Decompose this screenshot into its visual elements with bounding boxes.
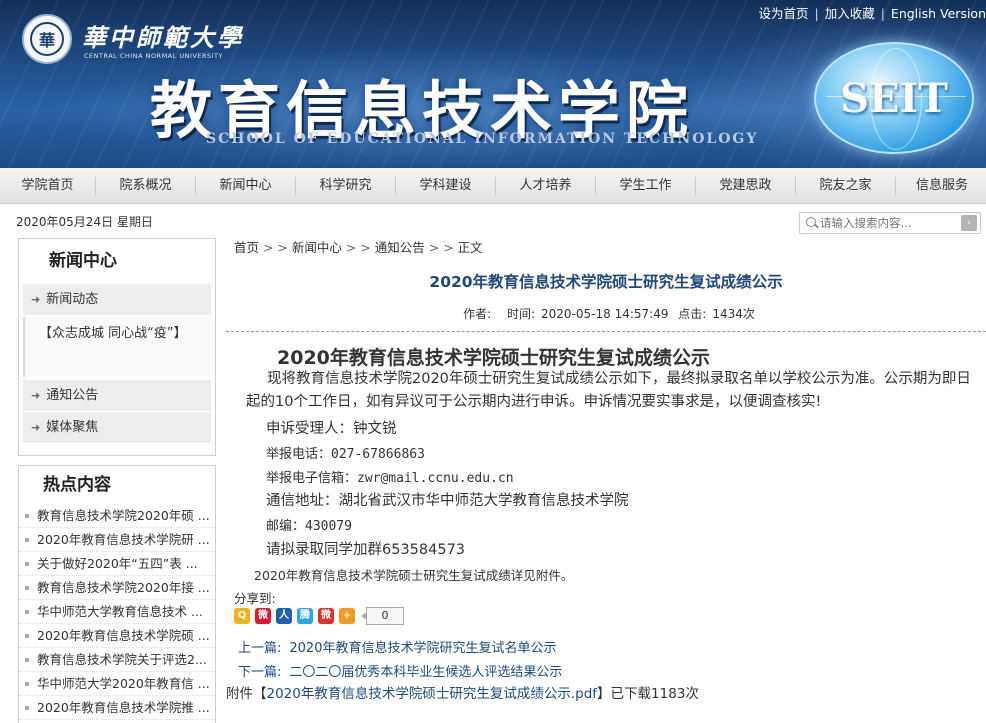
postcode: 邮编：430079 (266, 519, 352, 534)
current-date: 2020年05月24日 星期日 (16, 215, 153, 229)
nav-item-home[interactable]: 学院首页 (0, 176, 96, 195)
arrow-right-icon: ➜ (31, 293, 41, 306)
divider: | (880, 6, 885, 21)
mailing-address: 通信地址：湖北省武汉市华中师范大学教育信息技术学院 (266, 493, 629, 509)
sidebar-item-media[interactable]: ➜ 媒体聚焦 (23, 411, 211, 443)
seit-badge-text: SEIT (840, 74, 948, 122)
nav-item-student-affairs[interactable]: 学生工作 (596, 176, 696, 195)
prev-article-link[interactable]: 2020年教育信息技术学院研究生复试名单公示 (289, 641, 556, 656)
attachment-note: 2020年教育信息技术学院硕士研究生复试成绩详见附件。 (254, 568, 574, 583)
search-box: › (799, 212, 981, 234)
breadcrumb-separator: > > (341, 240, 375, 255)
hot-list-item[interactable]: 教育信息技术学院2020年硕 ... (19, 504, 215, 528)
views-label: 点击: (678, 307, 707, 321)
nav-item-services[interactable]: 信息服务 (896, 177, 984, 195)
attachment-suffix: 】已下载1183次 (597, 686, 699, 702)
sidebar-hot-content: 热点内容 教育信息技术学院2020年硕 ... 2020年教育信息技术学院研 .… (18, 465, 216, 723)
breadcrumb-separator: > > (424, 240, 458, 255)
arrow-right-icon: ➜ (31, 389, 41, 402)
share-toolbar: Q 微人腾微 +0 (234, 607, 404, 625)
next-article-link[interactable]: 二〇二〇届优秀本科毕业生候选人评选结果公示 (289, 665, 562, 680)
site-banner: 華 華中師範大學 CENTRAL CHINA NORMAL UNIVERSITY… (0, 0, 986, 168)
sidebar-item-label: 媒体聚焦 (46, 420, 99, 435)
attachment-prefix: 附件【 (226, 686, 267, 702)
english-version-link[interactable]: English Version (891, 6, 986, 21)
nav-item-news[interactable]: 新闻中心 (196, 176, 296, 195)
top-links: 设为首页 | 加入收藏 | English Version (758, 3, 986, 22)
hot-list-item[interactable]: 华中师范大学2020年教育信 ... (19, 672, 215, 696)
sidebar-item-covid-topic[interactable]: 【众志成城 同心战“疫”】 (23, 317, 211, 377)
hot-list-item[interactable]: 关于做好2020年“五四”表 ... (19, 552, 215, 576)
hot-list-item[interactable]: 2020年教育信息技术学院硕 ... (19, 624, 215, 648)
attachment-line: 附件【2020年教育信息技术学院硕士研究生复试成绩公示.pdf】已下载1183次 (226, 682, 699, 702)
nav-item-alumni[interactable]: 院友之家 (796, 176, 896, 195)
add-favorite-link[interactable]: 加入收藏 (825, 6, 875, 21)
article-views: 1434次 (712, 307, 755, 321)
article-paragraph: 现将教育信息技术学院2020年硕士研究生复试成绩公示如下，最终拟录取名单以学校公… (246, 371, 971, 410)
next-article: 下一篇: 二〇二〇届优秀本科毕业生候选人评选结果公示 (238, 661, 562, 680)
hot-content-list: 教育信息技术学院2020年硕 ... 2020年教育信息技术学院研 ... 关于… (19, 504, 215, 720)
renren-icon[interactable]: 人 (276, 608, 292, 624)
attachment-link[interactable]: 2020年教育信息技术学院硕士研究生复试成绩公示.pdf (267, 686, 598, 702)
sidebar-news-center: 新闻中心 ➜ 新闻动态 【众志成城 同心战“疫”】 ➜ 通知公告 ➜ 媒体聚焦 (18, 238, 216, 456)
university-seal-icon[interactable]: 華 (22, 14, 72, 64)
report-email: 举报电子信箱：zwr@mail.ccnu.edu.cn (266, 471, 514, 486)
article-meta: 作者: 时间: 2020-05-18 14:57:49 点击: 1434次 (226, 305, 986, 322)
title-divider (226, 331, 986, 332)
tencent-weibo-icon[interactable]: 腾 (297, 608, 313, 624)
next-label: 下一篇: (238, 665, 282, 680)
school-name-en: SCHOOL OF EDUCATIONAL INFORMATION TECHNO… (206, 131, 759, 147)
hot-list-item[interactable]: 2020年教育信息技术学院研 ... (19, 528, 215, 552)
article-time: 2020-05-18 14:57:49 (541, 307, 669, 321)
arrow-right-icon: ➜ (31, 421, 41, 434)
share-count: 0 (361, 607, 404, 625)
search-icon (800, 213, 820, 233)
prev-article: 上一篇: 2020年教育信息技术学院研究生复试名单公示 (238, 637, 556, 656)
share-label: 分享到: (234, 591, 276, 606)
report-phone: 举报电话：027-67866863 (266, 447, 425, 462)
nav-item-education[interactable]: 人才培养 (496, 176, 596, 195)
qq-group: 请拟录取同学加群653584573 (266, 542, 466, 558)
time-label: 时间: (506, 307, 536, 321)
search-submit-icon[interactable]: › (961, 215, 977, 231)
wechat-icon[interactable]: 微 (318, 608, 334, 624)
content-heading: 2020年教育信息技术学院硕士研究生复试成绩公示 (277, 347, 710, 369)
sidebar-item-label: 新闻动态 (46, 292, 99, 307)
university-name-cn: 華中師範大學 (82, 23, 244, 52)
seit-globe-logo: SEIT (814, 42, 974, 154)
nav-item-research[interactable]: 科学研究 (296, 176, 396, 195)
breadcrumb-news-center[interactable]: 新闻中心 (292, 240, 342, 255)
nav-item-overview[interactable]: 院系概况 (96, 176, 196, 195)
sidebar-item-notices[interactable]: ➜ 通知公告 (23, 379, 211, 411)
prev-label: 上一篇: (238, 641, 282, 656)
breadcrumb: 首页 > > 新闻中心 > > 通知公告 > > 正文 (234, 237, 483, 256)
weibo-icon[interactable]: 微 (255, 608, 271, 624)
sidebar-title: 新闻中心 (49, 251, 117, 271)
breadcrumb-notices[interactable]: 通知公告 (375, 240, 425, 255)
university-name-en: CENTRAL CHINA NORMAL UNIVERSITY (84, 52, 223, 60)
sidebar-item-label: 【众志成城 同心战“疫”】 (39, 326, 187, 341)
breadcrumb-home[interactable]: 首页 (234, 240, 259, 255)
article-title: 2020年教育信息技术学院硕士研究生复试成绩公示 (429, 273, 783, 291)
author-label: 作者: (463, 307, 492, 321)
hot-list-item[interactable]: 华中师范大学教育信息技术 ... (19, 600, 215, 624)
more-share-icon[interactable]: + (339, 608, 355, 624)
set-homepage-link[interactable]: 设为首页 (758, 6, 808, 21)
qzone-icon[interactable]: Q (234, 608, 250, 624)
hot-content-title: 热点内容 (43, 475, 111, 495)
divider: | (814, 6, 819, 21)
hot-list-item[interactable]: 教育信息技术学院关于评选2... (19, 648, 215, 672)
search-input[interactable] (820, 214, 950, 232)
contact-person: 申诉受理人：钟文锐 (266, 421, 397, 437)
sidebar-item-label: 通知公告 (46, 388, 99, 403)
hot-list-item[interactable]: 教育信息技术学院2020年接 ... (19, 576, 215, 600)
sidebar-item-news-updates[interactable]: ➜ 新闻动态 (23, 283, 211, 315)
hot-list-item[interactable]: 2020年教育信息技术学院推 ... (19, 696, 215, 720)
main-nav: 学院首页 院系概况 新闻中心 科学研究 学科建设 人才培养 学生工作 党建思政 … (0, 168, 986, 204)
breadcrumb-current: 正文 (457, 240, 483, 255)
seal-char: 華 (30, 22, 64, 56)
nav-item-party[interactable]: 党建思政 (696, 176, 796, 195)
breadcrumb-separator: > > (259, 240, 292, 255)
nav-item-discipline[interactable]: 学科建设 (396, 176, 496, 195)
